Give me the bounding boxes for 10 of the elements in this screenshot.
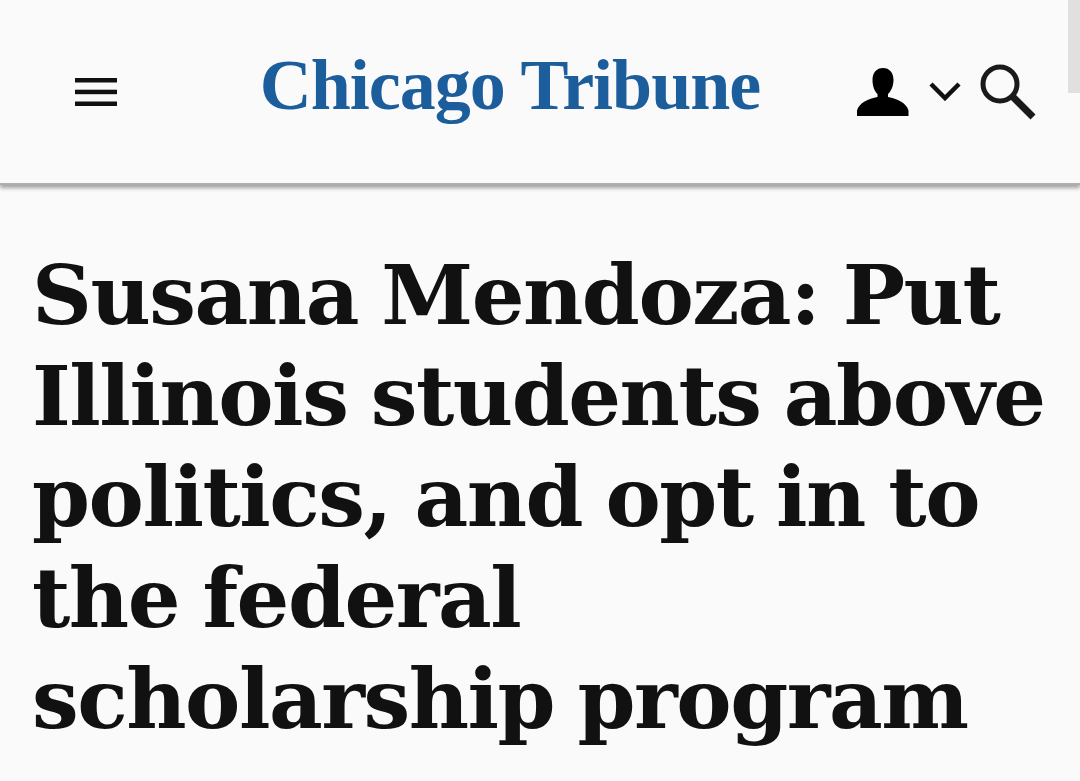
article-headline: Susana Mendoza: Put Illinois students above politics, and opt in to the federal scholarship program xyxy=(32,245,1046,750)
menu-button[interactable] xyxy=(75,77,117,106)
search-button[interactable] xyxy=(979,63,1036,120)
account-button[interactable] xyxy=(857,67,961,116)
menu-icon xyxy=(75,77,117,106)
scrollbar-thumb[interactable] xyxy=(1068,0,1080,93)
search-icon xyxy=(979,63,1036,120)
chevron-down-icon xyxy=(929,82,961,101)
site-logo[interactable]: Chicago Tribune xyxy=(250,46,770,126)
user-icon xyxy=(857,67,909,116)
